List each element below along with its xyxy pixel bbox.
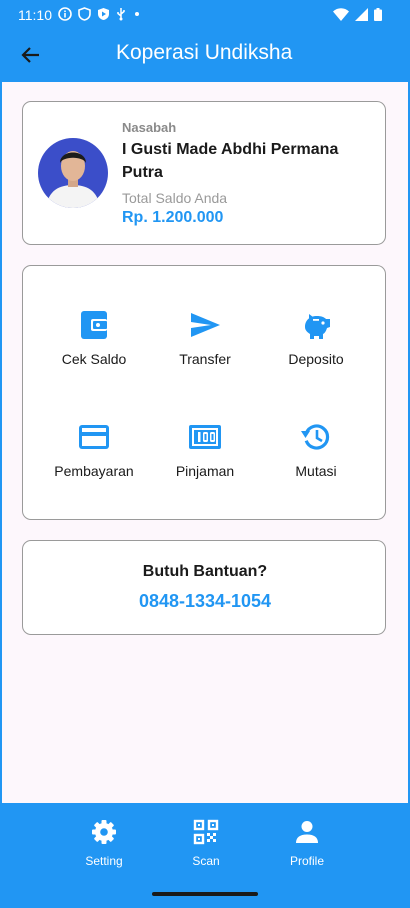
menu-item-pinjaman[interactable]: Pinjaman: [150, 421, 260, 511]
send-icon: [191, 313, 220, 337]
person-icon: [296, 821, 318, 843]
help-card: Butuh Bantuan? 0848-1334-1054: [22, 540, 386, 635]
shield-play-icon: [98, 8, 109, 20]
balance-label: Total Saldo Anda: [122, 190, 228, 206]
menu-item-label: Deposito: [288, 351, 344, 367]
back-button[interactable]: [16, 40, 46, 70]
customer-label: Nasabah: [122, 120, 177, 135]
balance-value: Rp. 1.200.000: [122, 209, 224, 226]
menu-item-transfer[interactable]: Transfer: [150, 309, 260, 399]
qr-code-icon: [193, 819, 219, 845]
wifi-icon: [333, 8, 349, 21]
shield-icon: [78, 7, 91, 21]
menu-item-deposito[interactable]: Deposito: [261, 309, 371, 399]
nav-item-label: Setting: [85, 854, 123, 868]
piggy-bank-icon: [305, 314, 330, 339]
home-indicator[interactable]: [152, 892, 258, 896]
nav-item-setting[interactable]: Setting: [64, 819, 144, 871]
arrow-left-icon: [21, 47, 39, 63]
history-icon: [301, 424, 330, 450]
signal-icon: [355, 8, 368, 21]
nav-item-scan[interactable]: Scan: [166, 819, 246, 871]
money-bill-icon: [189, 425, 221, 449]
menu-card: Cek Saldo Transfer Deposito Pembayaran P…: [22, 265, 386, 520]
dot-icon: [135, 12, 139, 16]
usb-icon: [117, 8, 125, 21]
menu-item-label: Transfer: [179, 351, 231, 367]
help-title: Butuh Bantuan?: [142, 563, 268, 580]
nav-item-profile[interactable]: Profile: [267, 819, 347, 871]
avatar: [38, 138, 108, 208]
app-screen: 11:10 Koperasi Undiksha Nasabah I Gusti …: [2, 2, 408, 904]
profile-card: Nasabah I Gusti Made Abdhi Permana Putra…: [22, 101, 386, 245]
menu-item-cek-saldo[interactable]: Cek Saldo: [39, 309, 149, 399]
menu-item-label: Pinjaman: [175, 463, 235, 479]
status-time: 11:10: [18, 7, 52, 23]
battery-icon: [374, 8, 382, 21]
credit-card-icon: [79, 425, 109, 449]
nav-item-label: Scan: [192, 854, 220, 868]
app-bar: Koperasi Undiksha: [2, 28, 408, 82]
status-bar: 11:10: [2, 2, 408, 28]
menu-item-mutasi[interactable]: Mutasi: [261, 421, 371, 511]
menu-item-pembayaran[interactable]: Pembayaran: [39, 421, 149, 511]
bottom-nav: Setting Scan Profile: [2, 803, 408, 904]
customer-name: I Gusti Made Abdhi Permana Putra: [122, 141, 339, 181]
wallet-icon: [81, 311, 107, 339]
page-title: Koperasi Undiksha: [116, 41, 293, 64]
menu-item-label: Cek Saldo: [61, 351, 127, 367]
notification-icons: [58, 7, 142, 21]
gear-icon: [92, 820, 116, 844]
nav-item-label: Profile: [289, 854, 324, 868]
menu-item-label: Pembayaran: [54, 463, 134, 479]
system-icons: [333, 8, 382, 21]
info-icon: [58, 7, 72, 21]
menu-item-label: Mutasi: [295, 463, 337, 479]
help-phone-link[interactable]: 0848-1334-1054: [23, 591, 387, 612]
